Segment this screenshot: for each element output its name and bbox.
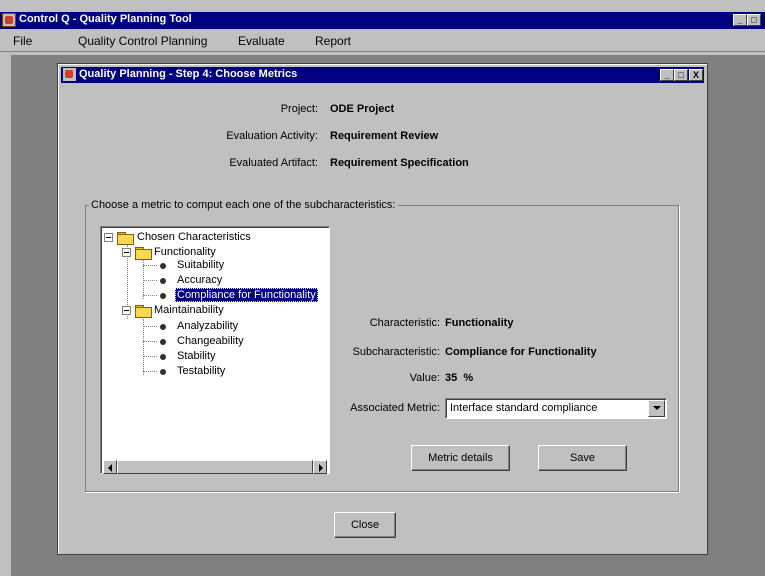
menu-quality-control-planning[interactable]: Quality Control Planning <box>78 34 207 48</box>
tree-root-node[interactable]: Chosen Characteristics <box>101 231 321 245</box>
tree-leaf-analyzability[interactable]: Analyzability <box>101 320 321 333</box>
subcharacteristic-value: Compliance for Functionality <box>445 346 597 358</box>
collapse-icon[interactable] <box>104 233 113 242</box>
tree-leaf-suitability[interactable]: Suitability <box>101 259 321 272</box>
subcharacteristic-row: Subcharacteristic: <box>338 346 440 360</box>
project-label: Project: <box>280 103 318 115</box>
tree-leaf-compliance-for-functionality[interactable]: Compliance for Functionality <box>101 288 329 302</box>
chevron-down-icon <box>653 406 661 410</box>
evaluation-activity-label: Evaluation Activity: <box>226 130 318 142</box>
associated-metric-select[interactable]: Interface standard compliance <box>445 398 667 419</box>
evaluated-artifact-value: Requirement Specification <box>330 157 469 169</box>
tree-leaf-label: Accuracy <box>177 274 223 286</box>
characteristic-row: Characteristic: <box>338 317 440 331</box>
main-window: Control Q - Quality Planning Tool _ □ Fi… <box>0 0 765 576</box>
app-title: Control Q - Quality Planning Tool <box>19 13 192 25</box>
tree-leaf-label-selected: Compliance for Functionality <box>175 288 318 302</box>
tree-root-label: Chosen Characteristics <box>137 231 251 243</box>
tree-leaf-label: Suitability <box>177 259 225 271</box>
main-title-bar: Control Q - Quality Planning Tool _ □ <box>0 12 765 29</box>
tree-node-label: Maintainability <box>154 304 224 316</box>
bullet-icon <box>160 354 166 360</box>
value-label: Value: <box>409 372 440 384</box>
evaluated-artifact-row: Evaluated Artifact: Requirement Specific… <box>58 157 468 171</box>
scroll-right-button[interactable] <box>313 460 327 474</box>
menu-report[interactable]: Report <box>315 34 351 48</box>
associated-metric-label: Associated Metric: <box>350 402 440 414</box>
menu-file[interactable]: File <box>13 34 32 48</box>
tree-leaf-changeability[interactable]: Changeability <box>101 335 321 348</box>
menu-bar: File Quality Control Planning Evaluate R… <box>0 30 765 52</box>
subcharacteristic-label: Subcharacteristic: <box>352 346 440 358</box>
dialog-maximize-button[interactable]: □ <box>674 69 688 81</box>
menu-evaluate[interactable]: Evaluate <box>238 34 285 48</box>
tree-leaf-label: Changeability <box>177 335 244 347</box>
tree-node-functionality[interactable]: Functionality <box>101 246 321 260</box>
project-value: ODE Project <box>330 103 395 115</box>
evaluation-activity-value: Requirement Review <box>330 130 439 142</box>
app-icon[interactable] <box>2 13 16 27</box>
scroll-left-button[interactable] <box>103 460 117 474</box>
scroll-thumb[interactable] <box>117 460 313 474</box>
collapse-icon[interactable] <box>122 248 131 257</box>
value-row: Value: <box>338 372 440 386</box>
dialog-icon[interactable] <box>63 68 76 81</box>
tree-leaf-accuracy[interactable]: Accuracy <box>101 274 321 287</box>
tree-leaf-label: Stability <box>177 350 216 362</box>
project-row: Project: ODE Project <box>58 103 458 117</box>
associated-metric-row: Associated Metric: <box>338 402 440 416</box>
bullet-icon <box>160 278 166 284</box>
metric-details-button[interactable]: Metric details <box>411 445 510 471</box>
dialog-title-bar: Quality Planning - Step 4: Choose Metric… <box>61 67 704 83</box>
save-button[interactable]: Save <box>538 445 627 471</box>
tree-node-label: Functionality <box>154 246 216 258</box>
bullet-icon <box>160 324 166 330</box>
tree-leaf-label: Testability <box>177 365 226 377</box>
associated-metric-selected-value: Interface standard compliance <box>450 402 598 414</box>
tree-leaf-testability[interactable]: Testability <box>101 365 321 378</box>
bullet-icon <box>160 293 166 299</box>
evaluated-artifact-label: Evaluated Artifact: <box>229 157 318 169</box>
evaluation-activity-row: Evaluation Activity: Requirement Review <box>58 130 458 144</box>
characteristic-label: Characteristic: <box>369 317 440 329</box>
bullet-icon <box>160 369 166 375</box>
bullet-icon <box>160 339 166 345</box>
minimize-button[interactable]: _ <box>733 14 747 26</box>
value-value: 35 % <box>445 372 474 384</box>
choose-metrics-dialog: Quality Planning - Step 4: Choose Metric… <box>57 63 708 555</box>
arrow-left-icon <box>108 464 112 472</box>
close-button[interactable]: Close <box>334 512 396 538</box>
bullet-icon <box>160 263 166 269</box>
maximize-button[interactable]: □ <box>747 14 761 26</box>
tree-node-maintainability[interactable]: Maintainability <box>101 304 321 318</box>
characteristics-tree[interactable]: Chosen Characteristics Functionality Sui… <box>100 226 330 474</box>
dialog-title: Quality Planning - Step 4: Choose Metric… <box>79 68 298 80</box>
dropdown-button[interactable] <box>648 400 665 417</box>
tree-leaf-label: Analyzability <box>177 320 239 332</box>
folder-icon <box>135 247 152 260</box>
dialog-minimize-button[interactable]: _ <box>660 69 674 81</box>
collapse-icon[interactable] <box>122 306 131 315</box>
tree-horizontal-scrollbar[interactable] <box>103 460 327 474</box>
tree-leaf-stability[interactable]: Stability <box>101 350 321 363</box>
group-title: Choose a metric to comput each one of th… <box>89 199 398 211</box>
arrow-right-icon <box>319 464 323 472</box>
dialog-close-button[interactable]: X <box>689 69 703 81</box>
folder-icon <box>117 232 134 245</box>
folder-icon <box>135 305 152 318</box>
characteristic-value: Functionality <box>445 317 514 329</box>
